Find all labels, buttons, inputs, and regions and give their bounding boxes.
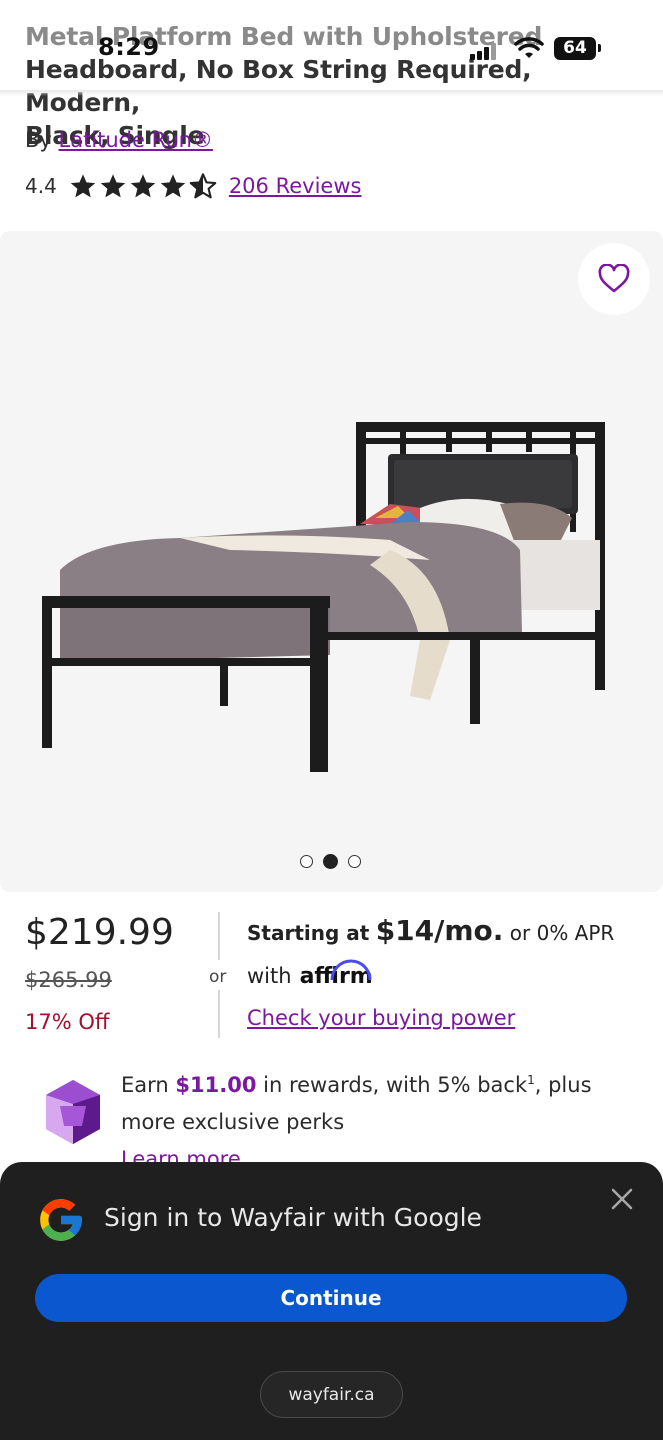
close-button[interactable] xyxy=(606,1183,638,1215)
or-label: or xyxy=(209,967,227,987)
financing-provider: with affirm xyxy=(247,959,373,989)
rewards-amount: $11.00 xyxy=(175,1073,257,1097)
signal-icon xyxy=(470,42,502,60)
star-icon xyxy=(70,174,96,198)
earn-label: Earn xyxy=(121,1073,169,1097)
gallery-pagination xyxy=(300,854,361,869)
with-label: with xyxy=(247,964,292,988)
wifi-icon xyxy=(514,37,544,58)
apr-text: or 0% APR xyxy=(509,921,615,945)
rewards-gem-icon xyxy=(46,1080,100,1144)
star-icon xyxy=(100,174,126,198)
current-price: $219.99 xyxy=(25,912,174,953)
half-star-icon xyxy=(189,173,217,199)
favorite-button[interactable] xyxy=(578,243,650,315)
battery-icon: 64 xyxy=(554,37,596,60)
signin-title: Sign in to Wayfair with Google xyxy=(104,1203,482,1232)
header-divider xyxy=(0,90,663,96)
footnote-marker: 1 xyxy=(527,1073,535,1087)
domain-chip[interactable]: wayfair.ca xyxy=(260,1371,403,1418)
brand-byline: By Latitude Run® xyxy=(25,128,213,152)
heart-icon xyxy=(598,264,630,293)
brand-link[interactable]: Latitude Run® xyxy=(59,128,213,152)
monthly-price: $14/mo. xyxy=(375,914,504,947)
status-icons: 64 xyxy=(470,36,620,62)
product-title-line2: Headboard, No Box String Required, Moder… xyxy=(25,55,532,117)
divider xyxy=(218,912,220,960)
by-label: By xyxy=(25,128,52,152)
battery-tip xyxy=(598,44,601,52)
pagination-dot-active[interactable] xyxy=(323,854,338,869)
rating-row: 4.4 206 Reviews xyxy=(25,170,361,202)
star-rating xyxy=(69,172,217,200)
reviews-link[interactable]: 206 Reviews xyxy=(229,174,362,198)
pagination-dot[interactable] xyxy=(300,855,313,868)
star-icon xyxy=(130,174,156,198)
rating-value: 4.4 xyxy=(25,174,57,198)
continue-button[interactable]: Continue xyxy=(35,1274,627,1322)
google-g-icon xyxy=(40,1199,82,1241)
discount-badge: 17% Off xyxy=(25,1010,110,1034)
starting-at-label: Starting at xyxy=(247,921,370,945)
original-price: $265.99 xyxy=(25,968,112,992)
close-icon xyxy=(611,1188,633,1210)
financing-offer: Starting at $14/mo. or 0% APR xyxy=(247,914,614,947)
affirm-arc-icon xyxy=(330,959,372,981)
star-icon xyxy=(160,174,186,198)
affirm-logo: affirm xyxy=(300,959,373,989)
pagination-dot[interactable] xyxy=(348,855,361,868)
product-image xyxy=(42,422,605,772)
rewards-message: Earn $11.00 in rewards, with 5% back1, p… xyxy=(121,1062,621,1178)
status-time: 8:29 xyxy=(98,33,160,61)
rewards-text: in rewards, with 5% back xyxy=(263,1073,528,1097)
check-buying-power-link[interactable]: Check your buying power xyxy=(247,1006,515,1030)
divider xyxy=(218,990,220,1038)
